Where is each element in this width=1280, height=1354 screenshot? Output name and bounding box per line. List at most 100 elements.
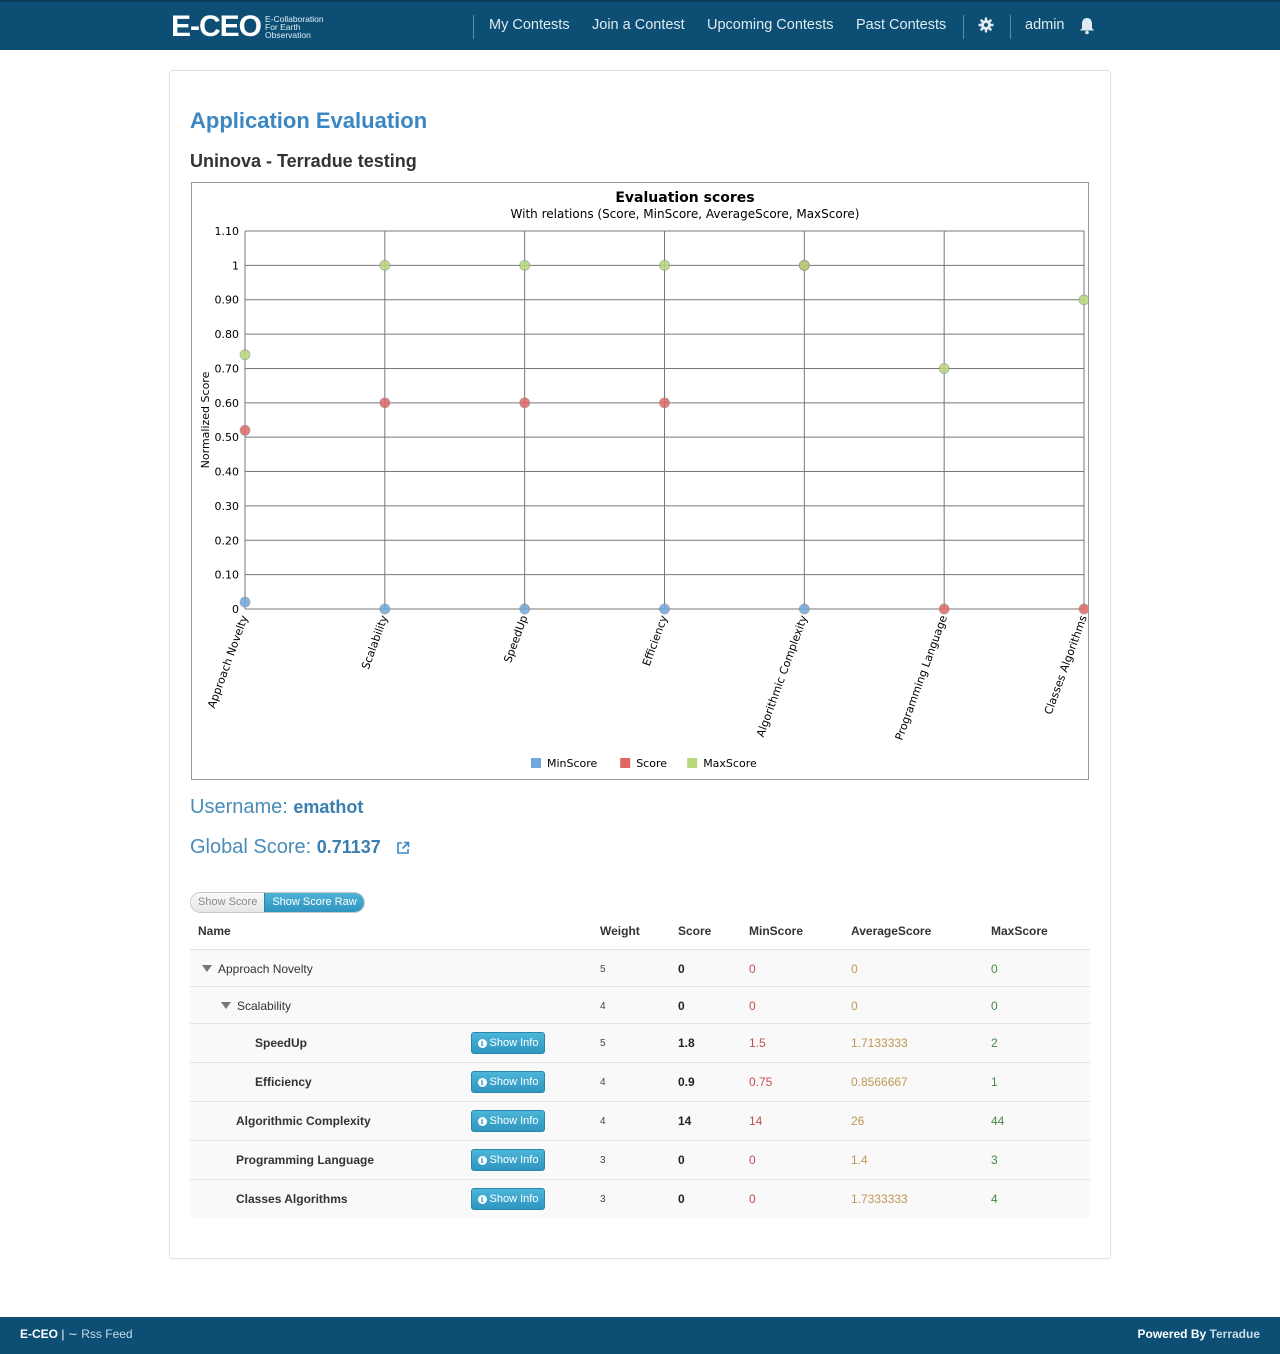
- data-point-minscore: [798, 603, 810, 615]
- nav-divider: [963, 15, 964, 39]
- y-tick-label: 0.40: [215, 466, 240, 479]
- show-info-button[interactable]: i Show Info: [471, 1110, 545, 1132]
- data-point-maxscore: [519, 259, 531, 271]
- y-axis-label: Normalized Score: [199, 371, 212, 468]
- x-tick-label: Algorithmic Complexity: [754, 613, 810, 739]
- row-name: Approach Novelty: [202, 962, 313, 976]
- username-label: Username:: [190, 796, 288, 818]
- row-name: Scalability: [221, 999, 291, 1013]
- legend-swatch-minscore: [531, 758, 541, 768]
- row-averagescore: 0.8566667: [851, 1075, 908, 1089]
- footer-brand[interactable]: E-CEO: [20, 1327, 58, 1341]
- col-header-minscore[interactable]: MinScore: [749, 924, 803, 938]
- table-row[interactable]: Programming Language i Show Info 3 0 0 1.…: [190, 1140, 1090, 1179]
- show-info-button[interactable]: i Show Info: [471, 1032, 545, 1054]
- info-icon: i: [477, 1155, 487, 1165]
- legend-swatch-score: [620, 758, 631, 768]
- row-maxscore: 0: [991, 999, 998, 1013]
- gear-icon[interactable]: [978, 17, 994, 33]
- col-header-maxscore[interactable]: MaxScore: [991, 924, 1048, 938]
- row-weight: 4: [600, 1116, 606, 1127]
- x-tick-label: SpeedUp: [501, 614, 530, 665]
- legend-label-score: Score: [636, 757, 667, 770]
- show-info-button[interactable]: i Show Info: [471, 1071, 545, 1093]
- row-minscore: 14: [749, 1114, 763, 1128]
- row-maxscore: 1: [991, 1075, 998, 1089]
- nav-upcoming-contests[interactable]: Upcoming Contests: [707, 17, 834, 33]
- col-header-averagescore[interactable]: AverageScore: [851, 924, 931, 938]
- table-row[interactable]: SpeedUp i Show Info 5 1.8 1.5 1.7133333 2: [190, 1023, 1090, 1062]
- show-info-button[interactable]: i Show Info: [471, 1188, 545, 1210]
- info-icon: i: [477, 1116, 487, 1126]
- row-weight: 3: [600, 1155, 606, 1166]
- row-minscore: 0: [749, 999, 756, 1013]
- table-row[interactable]: Efficiency i Show Info 4 0.9 0.75 0.85666…: [190, 1062, 1090, 1101]
- row-averagescore: 26: [851, 1114, 865, 1128]
- logo[interactable]: E-CEO E-Collaboration For Earth Observat…: [171, 11, 335, 43]
- logo-text: E-CEO: [171, 10, 262, 43]
- row-maxscore: 0: [991, 962, 998, 976]
- y-tick-label: 0.70: [215, 362, 240, 375]
- table-row[interactable]: Scalability 4 0 0 0 0: [190, 986, 1090, 1023]
- row-weight: 3: [600, 1194, 606, 1205]
- y-tick-label: 0.30: [215, 500, 240, 513]
- col-header-score[interactable]: Score: [678, 924, 711, 938]
- y-tick-label: 0.90: [215, 294, 240, 307]
- collapse-triangle-icon[interactable]: [221, 1002, 231, 1009]
- row-name: Programming Language: [236, 1153, 375, 1167]
- row-name: Classes Algorithms: [236, 1192, 348, 1206]
- footer-separator: |: [61, 1327, 65, 1341]
- data-point-minscore: [239, 596, 251, 608]
- row-minscore: 0.75: [749, 1075, 773, 1089]
- nav-join-contest[interactable]: Join a Contest: [592, 17, 685, 33]
- y-tick-label: 0.10: [215, 569, 240, 582]
- bell-icon[interactable]: [1079, 17, 1095, 35]
- footer-left: E-CEO | ∼ Rss Feed: [20, 1327, 133, 1341]
- rss-feed-link[interactable]: Rss Feed: [81, 1327, 132, 1341]
- show-score-raw-button[interactable]: Show Score Raw: [264, 893, 364, 912]
- data-point-maxscore: [938, 362, 950, 374]
- rss-icon: ∼: [67, 1327, 78, 1341]
- row-maxscore: 3: [991, 1153, 998, 1167]
- row-name: SpeedUp: [255, 1036, 308, 1050]
- info-icon: i: [477, 1194, 487, 1204]
- data-point-score: [938, 603, 950, 615]
- row-weight: 5: [600, 964, 606, 975]
- terradue-link[interactable]: Terradue: [1210, 1327, 1260, 1341]
- table-row[interactable]: Classes Algorithms i Show Info 3 0 0 1.73…: [190, 1179, 1090, 1218]
- global-score-label: Global Score:: [190, 836, 312, 858]
- info-icon: i: [477, 1077, 487, 1087]
- logo-subtitle: E-Collaboration For Earth Observation: [265, 14, 324, 40]
- table-row[interactable]: Algorithmic Complexity i Show Info 4 14 1…: [190, 1101, 1090, 1140]
- data-point-maxscore: [1078, 294, 1088, 306]
- col-header-weight[interactable]: Weight: [600, 924, 640, 938]
- x-tick-label: Programming Language: [893, 613, 950, 742]
- row-name: Algorithmic Complexity: [236, 1114, 371, 1128]
- row-averagescore: 1.7133333: [851, 1036, 908, 1050]
- x-tick-label: Efficiency: [640, 613, 671, 668]
- col-header-name[interactable]: Name: [198, 924, 231, 938]
- collapse-triangle-icon[interactable]: [202, 965, 212, 972]
- external-link-icon[interactable]: [396, 841, 410, 855]
- global-score-line: Global Score: 0.71137: [190, 836, 410, 859]
- data-point-score: [519, 397, 531, 409]
- contest-title: Uninova - Terradue testing: [190, 151, 417, 171]
- row-score: 0: [678, 999, 685, 1013]
- username-value[interactable]: emathot: [293, 797, 363, 817]
- row-weight: 4: [600, 1077, 606, 1088]
- data-point-score: [659, 397, 670, 409]
- data-point-maxscore: [659, 259, 670, 271]
- nav-past-contests[interactable]: Past Contests: [856, 17, 946, 33]
- info-icon: i: [477, 1038, 487, 1048]
- row-score: 14: [678, 1114, 692, 1128]
- nav-my-contests[interactable]: My Contests: [489, 17, 570, 33]
- x-tick-label: Scalability: [359, 613, 391, 671]
- show-score-button[interactable]: Show Score: [191, 893, 265, 912]
- table-row[interactable]: Approach Novelty 5 0 0 0 0: [190, 949, 1090, 986]
- show-info-button[interactable]: i Show Info: [471, 1149, 545, 1171]
- row-score: 0: [678, 962, 685, 976]
- data-point-maxscore: [379, 259, 391, 271]
- user-menu[interactable]: admin: [1025, 17, 1065, 33]
- row-maxscore: 2: [991, 1036, 998, 1050]
- row-score: 1.8: [678, 1036, 695, 1050]
